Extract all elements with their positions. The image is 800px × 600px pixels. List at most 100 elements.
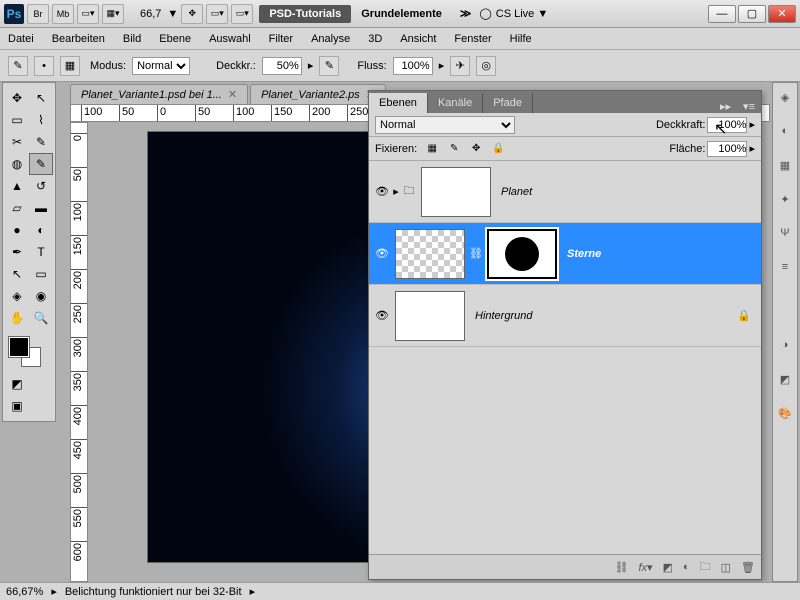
visibility-icon[interactable]: 👁: [373, 247, 391, 260]
color-dock-icon[interactable]: Ψ: [775, 223, 795, 243]
blendmode-select[interactable]: Normal: [375, 116, 515, 134]
minimize-button[interactable]: —: [708, 5, 736, 23]
layer-delete-icon[interactable]: 🗑: [741, 561, 755, 574]
tab-kanaele[interactable]: Kanäle: [428, 93, 483, 113]
minibridge-button[interactable]: Mb: [52, 4, 74, 24]
tab-pfade[interactable]: Pfade: [483, 93, 533, 113]
pressure-size-icon[interactable]: ◎: [476, 56, 496, 76]
close-button[interactable]: ✕: [768, 5, 796, 23]
lock-all-icon[interactable]: 🔒: [491, 142, 505, 156]
visibility-icon[interactable]: 👁: [373, 309, 391, 322]
quickmask-tool[interactable]: ◩: [5, 373, 29, 395]
brush-panel-icon[interactable]: ▦: [60, 56, 80, 76]
eraser-tool[interactable]: ▱: [5, 197, 29, 219]
layer-name[interactable]: Hintergrund: [475, 310, 532, 322]
eyedropper-tool[interactable]: ✎: [29, 131, 53, 153]
path-tool[interactable]: ↖: [5, 263, 29, 285]
workspace-name[interactable]: PSD-Tutorials: [259, 5, 351, 23]
bridge-button[interactable]: Br: [27, 4, 49, 24]
opacity-input[interactable]: [707, 117, 747, 133]
workspace-sub[interactable]: Grundelemente: [351, 5, 452, 23]
dodge-tool[interactable]: ◐: [29, 219, 53, 241]
collapse-icon[interactable]: ▸▸: [714, 100, 737, 113]
mask-thumb[interactable]: [487, 229, 557, 279]
hand-tool[interactable]: ✋: [5, 307, 29, 329]
modus-select[interactable]: Normal: [132, 57, 190, 75]
layer-name[interactable]: Sterne: [567, 248, 601, 260]
zoom-arrow[interactable]: ▼: [167, 8, 178, 20]
doc-tab-1[interactable]: Planet_Variante1.psd bei 1...✕: [70, 84, 248, 104]
brush-preset[interactable]: •: [34, 56, 54, 76]
fx-icon[interactable]: fx▾: [638, 561, 652, 574]
screenmode-button[interactable]: ▭▾: [77, 4, 99, 24]
move-tool[interactable]: ✥: [5, 87, 29, 109]
history-brush-tool[interactable]: ↺: [29, 175, 53, 197]
tab-ebenen[interactable]: Ebenen: [369, 93, 428, 113]
lock-paint-icon[interactable]: ✎: [447, 142, 461, 156]
group-add-icon[interactable]: 🗀: [700, 558, 711, 577]
layer-row-planet[interactable]: 👁 ▸ 🗀 Planet: [369, 161, 761, 223]
extras-button[interactable]: ▭▾: [206, 4, 228, 24]
swatches-dock-icon[interactable]: ✦: [775, 189, 795, 209]
arrange-button[interactable]: ▦▾: [102, 4, 124, 24]
cslive-button[interactable]: CS Live ▼: [496, 8, 548, 20]
info-dock-icon[interactable]: 🎨: [775, 403, 795, 423]
type-tool[interactable]: T: [29, 241, 53, 263]
nav-dock-icon[interactable]: ◑: [775, 335, 795, 355]
status-arrow-icon[interactable]: ▸: [250, 585, 256, 598]
layer-row-hintergrund[interactable]: 👁 Hintergrund 🔒: [369, 285, 761, 347]
hand-button[interactable]: ✥: [181, 4, 203, 24]
zoom-tool[interactable]: 🔍: [29, 307, 53, 329]
fill-stepper[interactable]: ▸: [749, 142, 755, 155]
menu-bearbeiten[interactable]: Bearbeiten: [52, 33, 105, 45]
opacity-stepper[interactable]: ▸: [749, 118, 755, 131]
menu-bild[interactable]: Bild: [123, 33, 141, 45]
airbrush-icon[interactable]: ✈: [450, 56, 470, 76]
doc-tab-2[interactable]: Planet_Variante2.ps✕: [250, 84, 386, 104]
lock-transparent-icon[interactable]: ▦: [425, 142, 439, 156]
select-tool[interactable]: ↖: [29, 87, 53, 109]
layer-thumb[interactable]: [395, 291, 465, 341]
menu-ansicht[interactable]: Ansicht: [400, 33, 436, 45]
proof-button[interactable]: ▭▾: [231, 4, 253, 24]
gradient-tool[interactable]: ▬: [29, 197, 53, 219]
marquee-tool[interactable]: ▭: [5, 109, 29, 131]
layer-name[interactable]: Planet: [501, 186, 532, 198]
adjustment-add-icon[interactable]: ◐: [683, 561, 690, 573]
pen-tool[interactable]: ✒: [5, 241, 29, 263]
canvas[interactable]: [148, 132, 368, 562]
histogram-dock-icon[interactable]: ◩: [775, 369, 795, 389]
3d-tool[interactable]: ◈: [5, 285, 29, 307]
close-icon[interactable]: ✕: [228, 88, 237, 101]
camera-tool[interactable]: ◉: [29, 285, 53, 307]
brush-tool-icon[interactable]: ✎: [8, 56, 28, 76]
zoom-level[interactable]: 66,7: [134, 6, 167, 22]
fluss-input[interactable]: [393, 57, 433, 75]
chevrons-icon[interactable]: ≫: [460, 7, 472, 20]
menu-analyse[interactable]: Analyse: [311, 33, 350, 45]
link-layers-icon[interactable]: ⛓: [615, 561, 629, 574]
layer-new-icon[interactable]: ◫: [721, 561, 731, 574]
panel-menu-icon[interactable]: ▾≡: [737, 100, 761, 113]
menu-hilfe[interactable]: Hilfe: [510, 33, 532, 45]
menu-3d[interactable]: 3D: [368, 33, 382, 45]
maximize-button[interactable]: ▢: [738, 5, 766, 23]
screenmode-tool[interactable]: ▣: [5, 395, 29, 417]
menu-datei[interactable]: Datei: [8, 33, 34, 45]
lasso-tool[interactable]: ⌇: [29, 109, 53, 131]
brush-tool[interactable]: ✎: [29, 153, 53, 175]
layer-thumb[interactable]: [421, 167, 491, 217]
expand-icon[interactable]: ▸: [391, 185, 401, 198]
adjustments-dock-icon[interactable]: ◐: [775, 121, 795, 141]
deckkr-stepper[interactable]: ▸: [308, 59, 314, 72]
mask-add-icon[interactable]: ◩: [663, 561, 673, 574]
stamp-tool[interactable]: ▲: [5, 175, 29, 197]
layer-row-sterne[interactable]: 👁 ⛓ Sterne: [369, 223, 761, 285]
visibility-icon[interactable]: 👁: [373, 185, 391, 198]
menu-ebene[interactable]: Ebene: [159, 33, 191, 45]
fill-input[interactable]: [707, 141, 747, 157]
brush-dock-icon[interactable]: ≡: [775, 257, 795, 277]
styles-dock-icon[interactable]: ▦: [775, 155, 795, 175]
lock-move-icon[interactable]: ✥: [469, 142, 483, 156]
menu-auswahl[interactable]: Auswahl: [209, 33, 251, 45]
